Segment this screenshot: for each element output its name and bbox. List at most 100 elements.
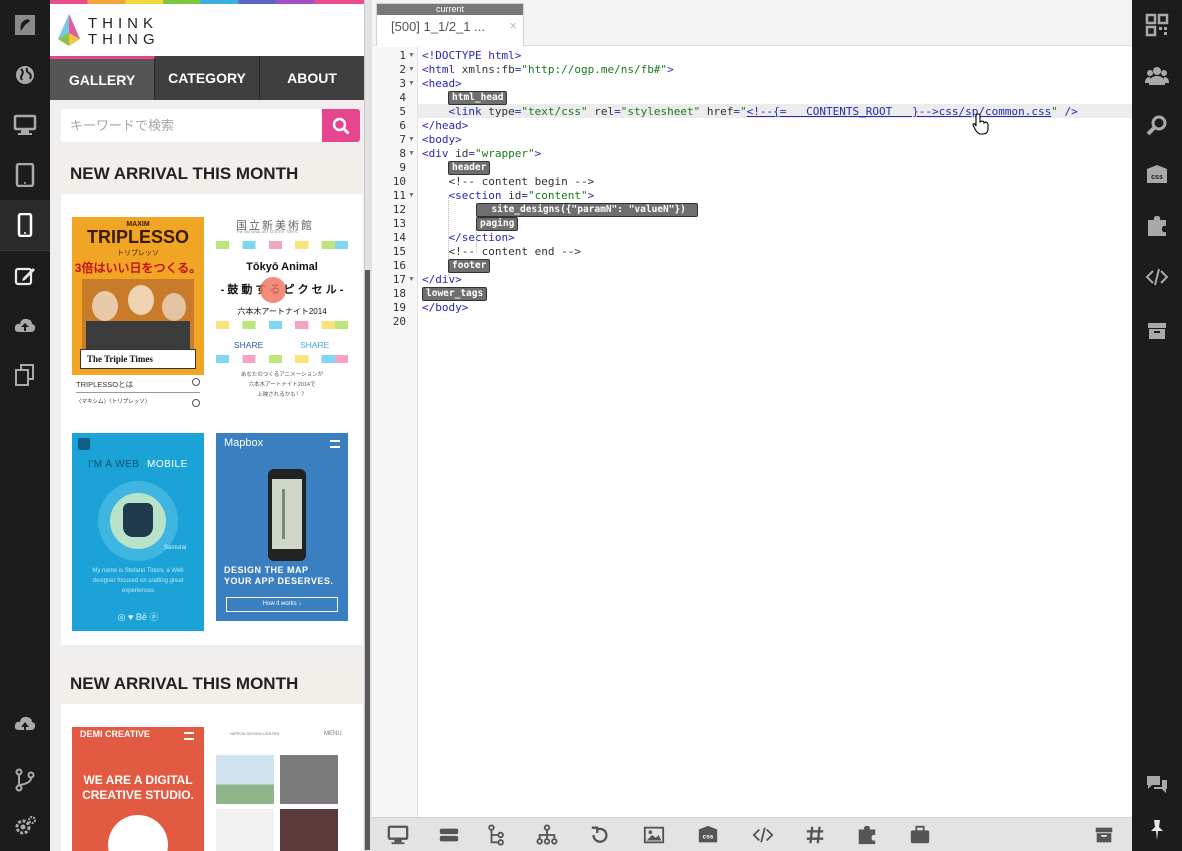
search-button[interactable] [322, 109, 360, 142]
line-number: 4 [399, 91, 406, 104]
code-line[interactable]: <head> [422, 77, 462, 91]
template-tag-lower-tags[interactable]: lower_tags [422, 287, 488, 301]
template-tag-footer[interactable]: footer [448, 259, 491, 273]
th-tagline: 3倍はいい日をつくる。 [74, 261, 202, 275]
archive-icon[interactable] [1132, 306, 1182, 356]
code-line[interactable]: </head> [422, 119, 468, 133]
th-head1: DESIGN THE MAP [224, 565, 309, 575]
mobile-icon[interactable] [0, 200, 50, 250]
tab-label: [500] 1_1/2_1 ... [391, 19, 485, 34]
puzzle-icon[interactable] [842, 818, 892, 851]
code-area[interactable]: <!DOCTYPE html> <html xmlns:fb="http://og… [418, 47, 1132, 817]
cloud-upload-icon[interactable] [0, 300, 50, 350]
fold-toggle-icon[interactable]: ▼ [408, 273, 415, 287]
thumb-mapbox[interactable]: Mapbox DESIGN THE MAP YOUR APP DESERVES.… [216, 433, 348, 621]
image-icon[interactable] [629, 818, 679, 851]
briefcase-icon[interactable] [895, 818, 945, 851]
logo-line1: THINK [88, 15, 158, 32]
chat-icon[interactable] [1132, 760, 1182, 810]
desktop-icon[interactable] [373, 818, 423, 851]
thumb-triplesso[interactable]: MAXIM TRIPLESSO トリプレッソ 3倍はいい日をつくる。 The T… [72, 217, 204, 415]
copy-icon[interactable] [0, 350, 50, 400]
search-input[interactable] [61, 109, 322, 142]
thumb-web-mobile[interactable]: I'M A WEB MOBILE Samurai My name is Stef… [72, 433, 204, 631]
globe-icon[interactable] [0, 50, 50, 100]
git-branch-icon[interactable] [0, 755, 50, 805]
thumb-nippon-design[interactable]: NIPPON DESIGN CENTER MENU [216, 727, 348, 851]
code-line[interactable]: </div> [422, 273, 462, 287]
users-icon[interactable] [1132, 50, 1182, 100]
right-sidebar: css [1132, 0, 1182, 851]
fold-toggle-icon[interactable]: ▼ [408, 49, 415, 63]
fold-toggle-icon[interactable]: ▼ [408, 133, 415, 147]
fold-toggle-icon[interactable]: ▼ [408, 77, 415, 91]
menu-icon[interactable] [330, 440, 340, 448]
layers-icon[interactable] [424, 818, 474, 851]
thumb-tokyo-animal[interactable]: 国立新美術館 THE NATIONAL ART CENTER, TOKYO Tō… [216, 217, 348, 415]
fold-toggle-icon[interactable]: ▼ [408, 63, 415, 77]
css-icon[interactable]: css [683, 818, 733, 851]
svg-text:css: css [703, 834, 714, 841]
archive-icon[interactable] [1079, 818, 1129, 851]
search-icon[interactable] [1132, 101, 1182, 151]
line-number: 3 [399, 77, 406, 90]
template-tag-paging[interactable]: paging [476, 217, 519, 231]
site-logo-icon[interactable] [57, 13, 81, 47]
how-it-works-button[interactable]: How it works ↓ [226, 597, 338, 612]
line-number: 16 [392, 259, 406, 272]
th-head1: WE ARE A DIGITAL [83, 773, 193, 787]
template-tag-site-designs[interactable]: site_designs({"paramN": "valueN"}) [476, 203, 698, 217]
css-panel-icon[interactable]: css [1132, 150, 1182, 200]
th-desc2: 六本木アートナイト2014で [248, 382, 316, 388]
line-number: 6 [399, 119, 406, 132]
qr-code-icon[interactable] [1132, 0, 1182, 50]
code-line[interactable]: <!DOCTYPE html> [422, 49, 521, 63]
editor-tab[interactable]: current [500] 1_1/2_1 ... × [376, 3, 524, 46]
tree-icon[interactable] [472, 818, 522, 851]
thumb-demi-creative[interactable]: DEMI CREATIVE WE ARE A DIGITAL CREATIVE … [72, 727, 204, 851]
app-logo-icon[interactable] [0, 0, 50, 50]
code-icon[interactable] [1132, 252, 1182, 302]
menu-icon[interactable] [184, 732, 194, 740]
hash-icon[interactable] [790, 818, 840, 851]
tab-close-icon[interactable]: × [509, 18, 517, 33]
nav-tab-category[interactable]: CATEGORY [155, 56, 260, 100]
code-line[interactable]: <!-- content end --> [422, 245, 581, 259]
nav-tab-gallery[interactable]: GALLERY [50, 56, 155, 100]
edit-icon[interactable] [0, 250, 50, 300]
code-line[interactable]: </section> [422, 231, 514, 245]
tablet-icon[interactable] [0, 150, 50, 200]
history-icon[interactable] [575, 818, 625, 851]
settings-icon[interactable] [0, 801, 50, 851]
svg-text:css: css [1151, 174, 1163, 181]
th-share1[interactable]: SHARE [234, 340, 263, 350]
th-kana: トリプレッソ [117, 250, 159, 257]
sitemap-icon[interactable] [522, 818, 572, 851]
th-title: Tōkyō Animal [246, 261, 318, 273]
pin-icon[interactable] [1132, 805, 1182, 851]
puzzle-icon[interactable] [1132, 201, 1182, 251]
cloud-upload-alt-icon[interactable] [0, 700, 50, 750]
th-share2[interactable]: SHARE [300, 340, 329, 350]
play-icon[interactable] [260, 277, 286, 303]
code-line[interactable]: <html xmlns:fb="http://ogp.me/ns/fb#"> [422, 63, 674, 77]
menu-icon[interactable] [78, 438, 90, 450]
template-tag-header[interactable]: header [448, 161, 491, 175]
code-line[interactable]: <div id="wrapper"> [422, 147, 541, 161]
line-number: 15 [392, 245, 406, 258]
code-line[interactable]: <body> [422, 133, 462, 147]
section-new-arrival-2: NEW ARRIVAL THIS MONTH DEMI CREATIVE WE … [61, 662, 363, 851]
th-menu[interactable]: MENU [324, 731, 342, 737]
social-icons[interactable]: ◎ ♥ Bē ⓟ [72, 610, 204, 623]
th-title: Mapbox [224, 437, 264, 449]
code-icon[interactable] [738, 818, 788, 851]
fold-toggle-icon[interactable]: ▼ [408, 189, 415, 203]
preview-scrollbar[interactable] [365, 270, 370, 850]
nav-tab-about[interactable]: ABOUT [260, 56, 364, 100]
code-line[interactable]: <!-- content begin --> [422, 175, 595, 189]
code-line[interactable]: </body> [422, 301, 468, 315]
fold-toggle-icon[interactable]: ▼ [408, 147, 415, 161]
desktop-icon[interactable] [0, 100, 50, 150]
th-row2: 〈マキシム〉〈トリプレッソ〉 [76, 399, 151, 405]
template-tag-html-head[interactable]: html_head [448, 91, 508, 105]
